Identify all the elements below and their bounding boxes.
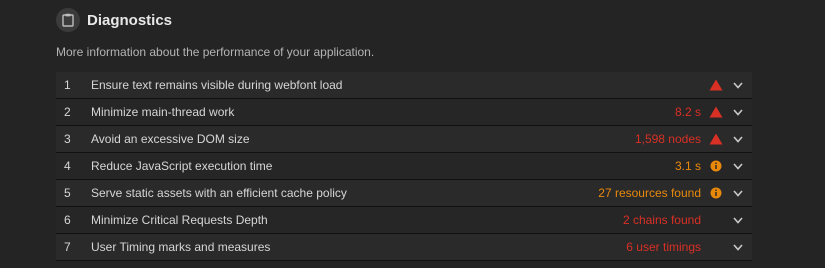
audit-value: 2 chains found — [622, 213, 701, 227]
audit-value: 3.1 s — [674, 159, 701, 173]
info-circle-icon — [709, 159, 723, 173]
chevron-down-icon[interactable] — [732, 160, 744, 172]
diagnostics-panel: Diagnostics More information about the p… — [0, 0, 825, 268]
status-spacer — [709, 240, 723, 254]
chevron-down-icon[interactable] — [732, 133, 744, 145]
audit-index: 4 — [64, 159, 71, 173]
chevron-down-icon[interactable] — [732, 241, 744, 253]
warning-triangle-icon — [709, 132, 723, 146]
audit-value: 6 user timings — [626, 240, 701, 254]
audit-row[interactable]: 1 Ensure text remains visible during webf… — [56, 72, 752, 99]
audit-row[interactable]: 6 Minimize Critical Requests Depth 2 chain… — [56, 207, 752, 234]
chevron-down-icon[interactable] — [732, 106, 744, 118]
audit-index: 3 — [64, 132, 71, 146]
section-title: Diagnostics — [87, 11, 173, 29]
audit-index: 2 — [64, 105, 71, 119]
audit-label: Ensure text remains visible during webfo… — [91, 78, 343, 92]
audit-value: 8.2 s — [674, 105, 701, 119]
audit-label: Reduce JavaScript execution time — [91, 159, 273, 173]
audit-value: 27 resources found — [598, 186, 701, 200]
audit-list: 1 Ensure text remains visible during webf… — [56, 72, 752, 261]
audit-row[interactable]: 2 Minimize main-thread work 8.2 s — [56, 99, 752, 126]
section-header: Diagnostics — [56, 8, 172, 32]
audit-row[interactable]: 4 Reduce JavaScript execution time 3.1 s — [56, 153, 752, 180]
audit-index: 1 — [64, 78, 71, 92]
audit-label: Minimize Critical Requests Depth — [91, 213, 268, 227]
audit-row[interactable]: 7 User Timing marks and measures 6 user ti… — [56, 234, 752, 261]
audit-label: User Timing marks and measures — [91, 240, 271, 254]
chevron-down-icon[interactable] — [732, 79, 744, 91]
status-spacer — [709, 213, 723, 227]
audit-label: Avoid an excessive DOM size — [91, 132, 250, 146]
audit-index: 6 — [64, 213, 71, 227]
audit-row[interactable]: 5 Serve static assets with an efficient c… — [56, 180, 752, 207]
audit-label: Minimize main-thread work — [91, 105, 235, 119]
warning-triangle-icon — [709, 105, 723, 119]
audit-index: 7 — [64, 240, 71, 254]
chevron-down-icon[interactable] — [732, 214, 744, 226]
audit-row[interactable]: 3 Avoid an excessive DOM size 1,598 nodes — [56, 126, 752, 153]
chevron-down-icon[interactable] — [732, 187, 744, 199]
audit-value: 1,598 nodes — [634, 132, 701, 146]
section-description: More information about the performance o… — [56, 45, 375, 59]
warning-triangle-icon — [709, 78, 723, 92]
clipboard-icon — [56, 8, 80, 32]
audit-index: 5 — [64, 186, 71, 200]
info-circle-icon — [709, 186, 723, 200]
audit-label: Serve static assets with an efficient ca… — [91, 186, 347, 200]
